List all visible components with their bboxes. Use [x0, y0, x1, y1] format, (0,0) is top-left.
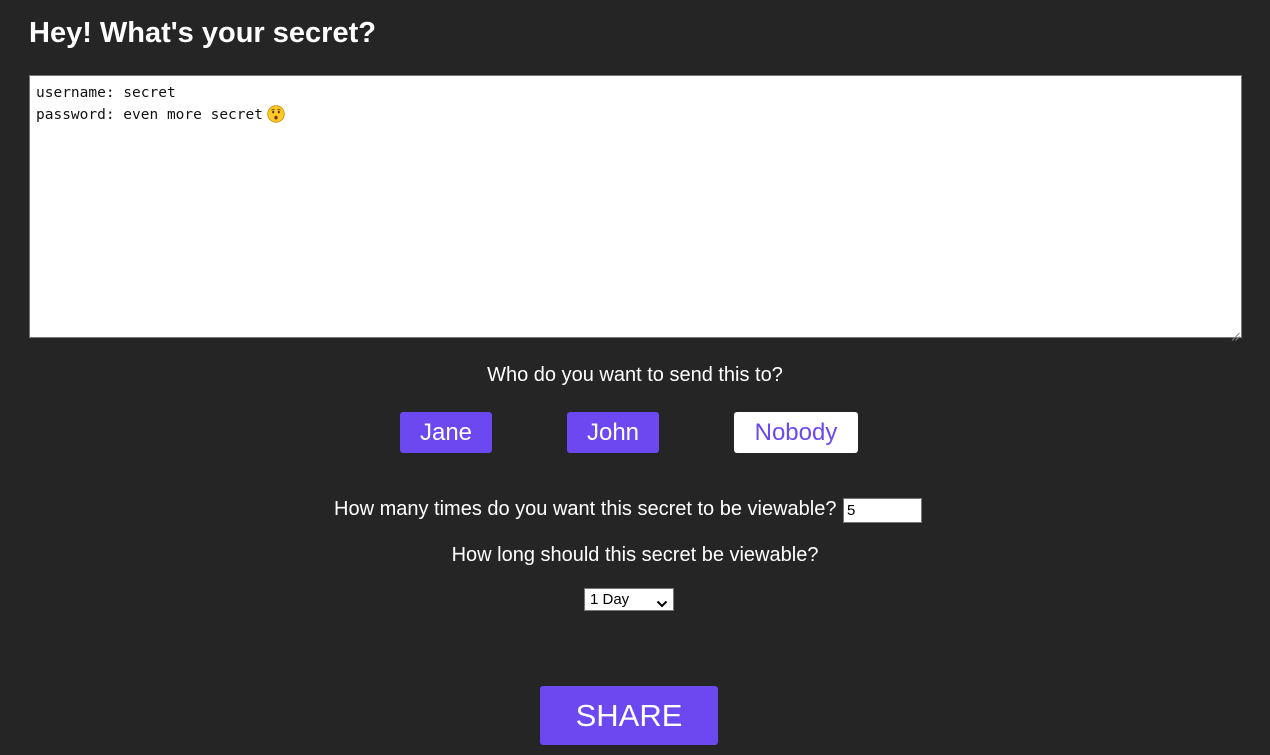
duration-question: How long should this secret be viewable? — [451, 544, 819, 566]
recipients-question: Who do you want to send this to? — [487, 364, 783, 386]
recipient-buttons: Jane John Nobody — [0, 412, 1270, 453]
chevron-down-icon — [656, 594, 668, 608]
share-button[interactable]: SHARE — [540, 686, 718, 745]
recipient-nobody-button[interactable]: Nobody — [734, 412, 858, 453]
hushed-face-emoji-icon — [267, 105, 285, 123]
recipient-jane-button[interactable]: Jane — [400, 412, 492, 453]
view-count-question: How many times do you want this secret t… — [334, 498, 837, 520]
resize-handle-icon[interactable] — [1230, 326, 1240, 341]
page-title: Hey! What's your secret? — [29, 17, 376, 49]
secret-share-page: Hey! What's your secret? username: secre… — [0, 0, 1270, 755]
recipient-john-button[interactable]: John — [567, 412, 659, 453]
view-count-row: How many times do you want this secret t… — [0, 497, 1270, 523]
duration-selected-value: 1 Day — [590, 591, 630, 608]
secret-line-2: password: even more secret — [36, 107, 263, 123]
secret-textarea[interactable]: username: secret password: even more sec… — [29, 75, 1242, 341]
secret-line-1: username: secret — [36, 85, 176, 101]
view-count-input[interactable] — [843, 498, 922, 523]
duration-select[interactable]: 1 Day — [584, 588, 674, 611]
